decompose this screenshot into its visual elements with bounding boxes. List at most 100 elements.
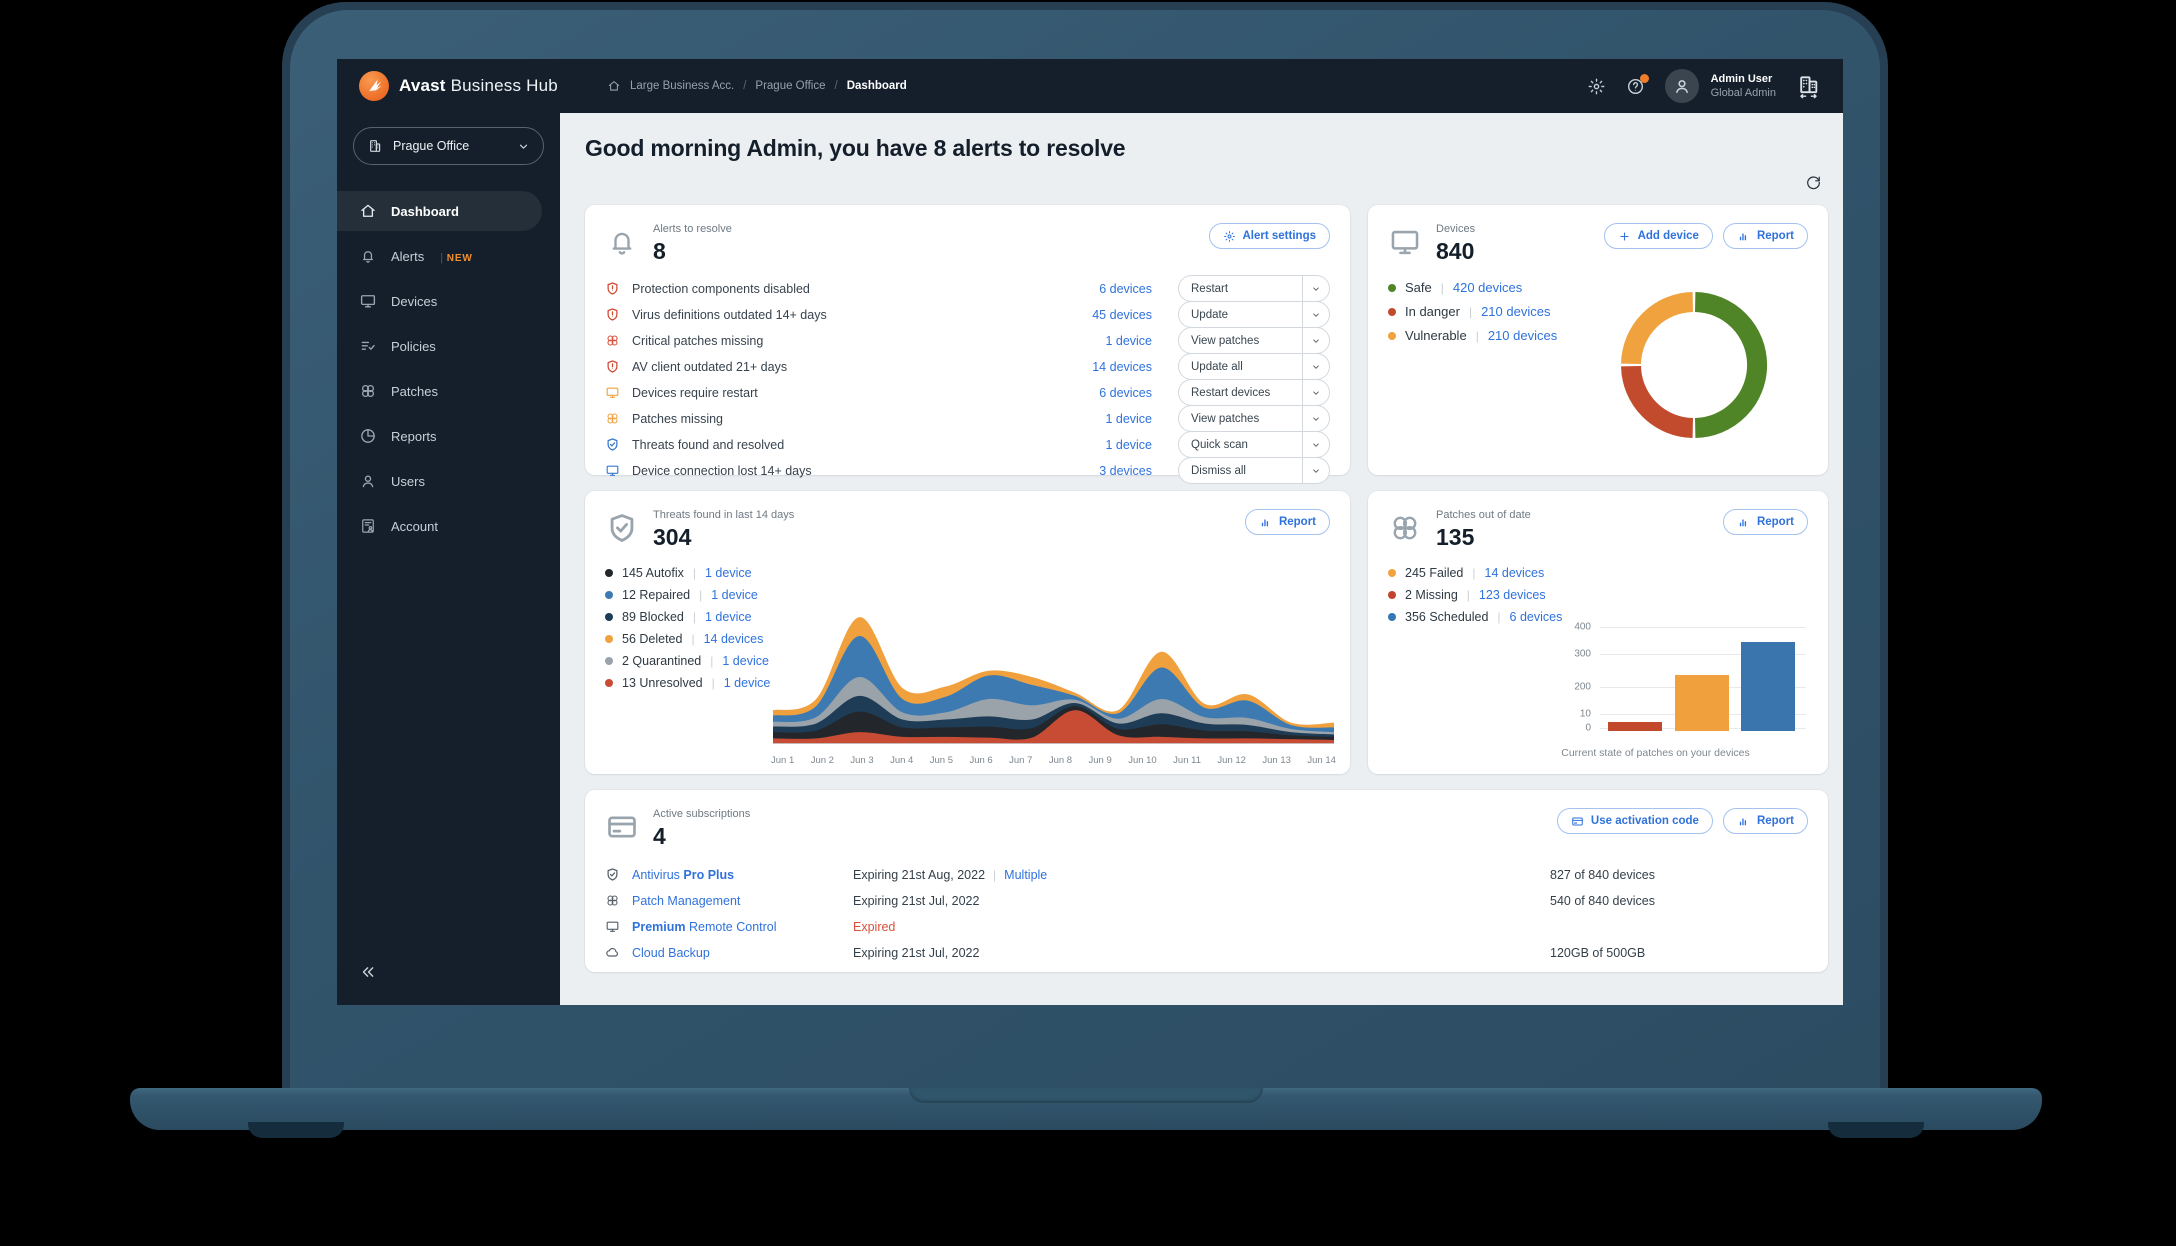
alert-action-dropdown[interactable]: Update all: [1178, 353, 1330, 380]
breadcrumb-item[interactable]: Prague Office: [755, 80, 825, 92]
activation-label: Use activation code: [1590, 815, 1699, 827]
alert-action-dropdown[interactable]: Update: [1178, 301, 1330, 328]
bar-scheduled: [1741, 641, 1795, 731]
company-switcher-icon[interactable]: [1796, 73, 1821, 100]
report-label: Report: [1756, 815, 1794, 827]
legend-divider: |: [692, 566, 696, 580]
patches-legend: 245 Failed | 14 devices 2 Missing | 123 …: [1388, 566, 1808, 624]
legend-row: 12 Repaired | 1 device: [605, 588, 835, 602]
settings-icon[interactable]: [1587, 77, 1606, 96]
dropdown-chevron[interactable]: [1302, 276, 1329, 301]
subscriptions-report-button[interactable]: Report: [1722, 808, 1808, 834]
sidebar-item-policies[interactable]: Policies: [337, 326, 542, 366]
legend-devices-link[interactable]: 210 devices: [1488, 328, 1557, 343]
alert-row: Patches missing 1 device View patches: [605, 405, 1330, 432]
dropdown-chevron[interactable]: [1302, 406, 1329, 431]
alert-action-dropdown[interactable]: Restart devices: [1178, 379, 1330, 406]
legend-dot: [605, 657, 613, 665]
add-device-button[interactable]: Add device: [1603, 223, 1713, 249]
alert-devices-link[interactable]: 3 devices: [1057, 464, 1152, 478]
sidebar-item-dashboard[interactable]: Dashboard: [337, 191, 542, 231]
dropdown-chevron[interactable]: [1302, 432, 1329, 457]
subscription-usage: 120GB of 500GB: [1550, 945, 1646, 960]
alert-action-dropdown[interactable]: Restart: [1178, 275, 1330, 302]
badge-divider: |: [440, 251, 444, 264]
alert-label: Device connection lost 14+ days: [632, 463, 812, 478]
alert-devices-link[interactable]: 1 device: [1057, 412, 1152, 426]
legend-devices-link[interactable]: 1 device: [705, 566, 752, 580]
topbar-actions: Admin User Global Admin: [1587, 69, 1821, 103]
dropdown-chevron[interactable]: [1302, 380, 1329, 405]
sidebar-item-patches[interactable]: Patches: [337, 371, 542, 411]
legend-devices-link[interactable]: 420 devices: [1453, 280, 1522, 295]
alerts-card: Alerts to resolve 8 Alert settings Prote…: [585, 205, 1350, 484]
breadcrumb-item[interactable]: Large Business Acc.: [630, 80, 734, 92]
legend-dot: [1388, 307, 1396, 316]
alert-devices-link[interactable]: 6 devices: [1057, 282, 1152, 296]
devices-report-button[interactable]: Report: [1722, 223, 1808, 249]
dropdown-chevron[interactable]: [1302, 354, 1329, 379]
bar-chart-icon: [1737, 230, 1750, 243]
patches-bar-chart: 400 300 200 10 0: [1574, 622, 1806, 734]
sidebar: Prague Office Dashboard Alerts | NEW Dev…: [337, 113, 560, 1005]
alert-devices-link[interactable]: 45 devices: [1057, 308, 1152, 322]
help-icon[interactable]: [1626, 73, 1649, 96]
legend-devices-link[interactable]: 1 device: [724, 676, 771, 690]
alert-settings-button[interactable]: Alert settings: [1208, 223, 1330, 249]
subscription-name-link[interactable]: Antivirus Pro Plus: [605, 867, 853, 882]
subscription-name-link[interactable]: Patch Management: [605, 893, 853, 908]
user-meta[interactable]: Admin User Global Admin: [1711, 72, 1776, 101]
dropdown-chevron[interactable]: [1302, 302, 1329, 327]
legend-devices-link[interactable]: 210 devices: [1481, 304, 1550, 319]
sidebar-item-users[interactable]: Users: [337, 461, 542, 501]
legend-devices-link[interactable]: 123 devices: [1479, 588, 1546, 602]
alert-label: Threats found and resolved: [632, 437, 785, 452]
bar-chart-icon: [1259, 516, 1272, 529]
legend-devices-link[interactable]: 1 device: [711, 588, 758, 602]
alert-action-dropdown[interactable]: Quick scan: [1178, 431, 1330, 458]
avatar[interactable]: [1664, 69, 1699, 103]
subscription-name-link[interactable]: Premium Remote Control: [605, 919, 853, 934]
legend-devices-link[interactable]: 14 devices: [704, 632, 764, 646]
site-selector[interactable]: Prague Office: [353, 127, 544, 165]
alert-action-dropdown[interactable]: View patches: [1178, 327, 1330, 354]
monitor-icon: [605, 385, 620, 400]
threats-report-button[interactable]: Report: [1244, 509, 1330, 535]
alert-devices-link[interactable]: 14 devices: [1057, 360, 1152, 374]
alert-action-dropdown[interactable]: View patches: [1178, 405, 1330, 432]
sidebar-item-devices[interactable]: Devices: [337, 281, 542, 321]
legend-devices-link[interactable]: 1 device: [722, 654, 769, 668]
sidebar-item-reports[interactable]: Reports: [337, 416, 542, 456]
alert-label: Virus definitions outdated 14+ days: [632, 307, 827, 322]
shield-excl-icon: [605, 307, 620, 322]
alert-devices-link[interactable]: 1 device: [1057, 334, 1152, 348]
monitor-icon: [1388, 225, 1422, 259]
dropdown-chevron[interactable]: [1302, 458, 1329, 483]
legend-devices-link[interactable]: 6 devices: [1510, 610, 1563, 624]
subscription-name-link[interactable]: Cloud Backup: [605, 945, 853, 960]
cloud-icon: [605, 945, 620, 960]
sidebar-collapse-icon[interactable]: [359, 963, 377, 981]
dropdown-label: Quick scan: [1191, 438, 1248, 451]
use-activation-code-button[interactable]: Use activation code: [1556, 808, 1713, 834]
sidebar-item-account[interactable]: Account: [337, 506, 542, 546]
alert-devices-link[interactable]: 6 devices: [1057, 386, 1152, 400]
alert-action-dropdown[interactable]: Dismiss all: [1178, 457, 1330, 484]
add-device-label: Add device: [1637, 230, 1699, 242]
legend-label: 56 Deleted: [622, 632, 683, 646]
shield-check-icon: [605, 867, 620, 882]
alert-devices-link[interactable]: 1 device: [1057, 438, 1152, 452]
patches-report-button[interactable]: Report: [1722, 509, 1808, 535]
sidebar-item-alerts[interactable]: Alerts | NEW: [337, 236, 542, 276]
sidebar-item-label: Patches: [391, 383, 438, 399]
shield-excl-icon: [605, 359, 620, 374]
dropdown-chevron[interactable]: [1302, 328, 1329, 353]
x-axis-label: Jun 1: [771, 755, 795, 766]
brand-light: Business Hub: [450, 76, 558, 95]
legend-devices-link[interactable]: 14 devices: [1485, 566, 1545, 580]
legend-devices-link[interactable]: 1 device: [705, 610, 752, 624]
legend-label: 356 Scheduled: [1405, 610, 1489, 624]
refresh-icon[interactable]: [1805, 174, 1822, 191]
multiple-link[interactable]: Multiple: [1004, 868, 1047, 882]
x-axis-label: Jun 7: [1009, 755, 1033, 766]
